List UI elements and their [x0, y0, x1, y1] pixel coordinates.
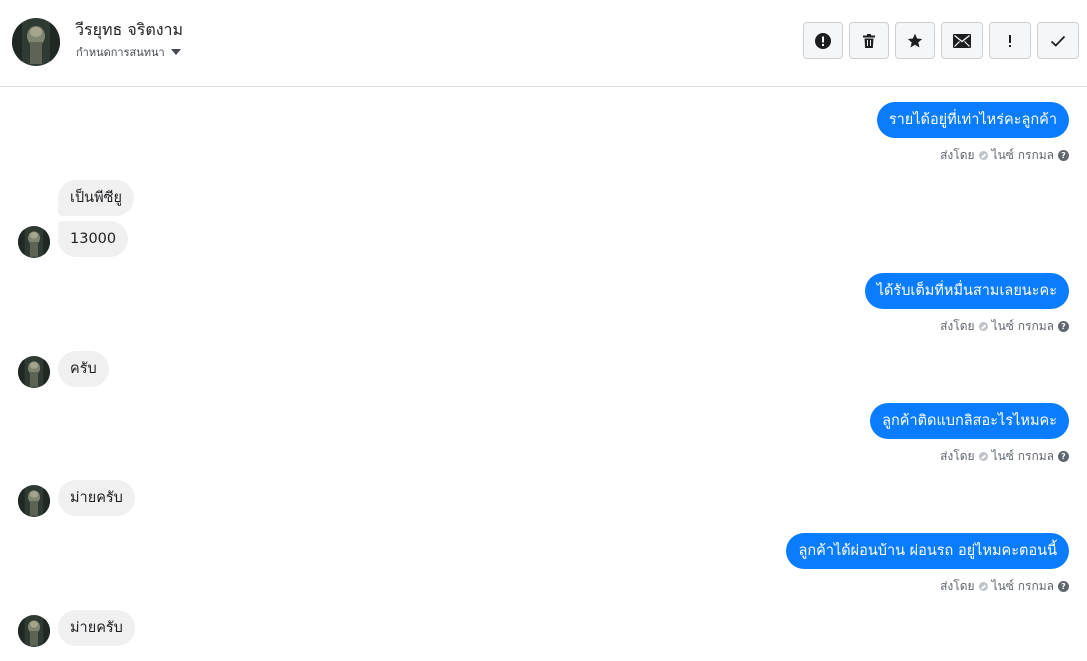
trash-icon	[863, 33, 875, 48]
alert-circle-icon	[815, 32, 831, 49]
assign-conversation-dropdown[interactable]: กำหนดการสนทนา	[76, 43, 181, 61]
avatar[interactable]	[18, 485, 50, 517]
assign-label: กำหนดการสนทนา	[76, 46, 165, 59]
exclamation-icon	[1009, 34, 1011, 47]
sent-by-label: ส่งโดย	[940, 579, 975, 593]
sent-status-icon	[978, 151, 988, 160]
star-button[interactable]	[895, 22, 935, 59]
incoming-message[interactable]: ม่ายครับ	[58, 610, 135, 646]
outgoing-message[interactable]: ได้รับเต็มที่หมื่นสามเลยนะคะ	[864, 273, 1069, 309]
message-meta: ส่งโดย ไนซ์ กรกมล ?	[940, 146, 1069, 165]
incoming-message[interactable]: ครับ	[58, 351, 109, 387]
avatar[interactable]	[18, 615, 50, 647]
checkmark-icon	[1050, 35, 1066, 47]
incoming-message[interactable]: เป็นพีซียู	[58, 180, 134, 216]
sender-name: ไนซ์ กรกมล	[991, 449, 1054, 463]
sender-name: ไนซ์ กรกมล	[991, 319, 1054, 333]
sender-name: ไนซ์ กรกมล	[991, 579, 1054, 593]
star-icon	[907, 33, 923, 47]
contact-name[interactable]: วีรยุทธ จริตงาม	[75, 18, 183, 43]
message-meta: ส่งโดย ไนซ์ กรกมล ?	[940, 317, 1069, 336]
envelope-icon	[953, 33, 971, 48]
message-meta: ส่งโดย ไนซ์ กรกมล ?	[940, 577, 1069, 596]
help-icon[interactable]: ?	[1058, 581, 1069, 592]
mark-unread-button[interactable]	[941, 22, 983, 59]
help-icon[interactable]: ?	[1058, 150, 1069, 161]
sent-status-icon	[978, 582, 988, 591]
sent-by-label: ส่งโดย	[940, 148, 975, 162]
delete-button[interactable]	[849, 22, 889, 59]
outgoing-message[interactable]: รายได้อยู่ที่เท่าไหร่คะลูกค้า	[876, 102, 1069, 138]
follow-up-button[interactable]	[989, 22, 1031, 59]
conversation-toolbar	[803, 22, 1079, 59]
incoming-message[interactable]: 13000	[58, 221, 129, 257]
caret-down-icon	[170, 49, 181, 55]
sent-by-label: ส่งโดย	[940, 449, 975, 463]
help-icon[interactable]: ?	[1058, 451, 1069, 462]
report-spam-button[interactable]	[803, 22, 843, 59]
avatar[interactable]	[12, 18, 60, 66]
sender-name: ไนซ์ กรกมล	[991, 148, 1054, 162]
sent-status-icon	[978, 322, 988, 331]
outgoing-message[interactable]: ลูกค้าติดแบกลิสอะไรไหมคะ	[870, 403, 1069, 439]
outgoing-message[interactable]: ลูกค้าได้ผ่อนบ้าน ผ่อนรถ อยู่ไหมคะตอนนี้	[786, 533, 1069, 569]
avatar[interactable]	[18, 226, 50, 258]
conversation-header: วีรยุทธ จริตงาม กำหนดการสนทนา	[0, 0, 1087, 87]
incoming-message[interactable]: ม่ายครับ	[58, 480, 135, 516]
help-icon[interactable]: ?	[1058, 321, 1069, 332]
sent-status-icon	[978, 452, 988, 461]
avatar[interactable]	[18, 356, 50, 388]
sent-by-label: ส่งโดย	[940, 319, 975, 333]
mark-done-button[interactable]	[1037, 22, 1079, 59]
message-meta: ส่งโดย ไนซ์ กรกมล ?	[940, 447, 1069, 466]
